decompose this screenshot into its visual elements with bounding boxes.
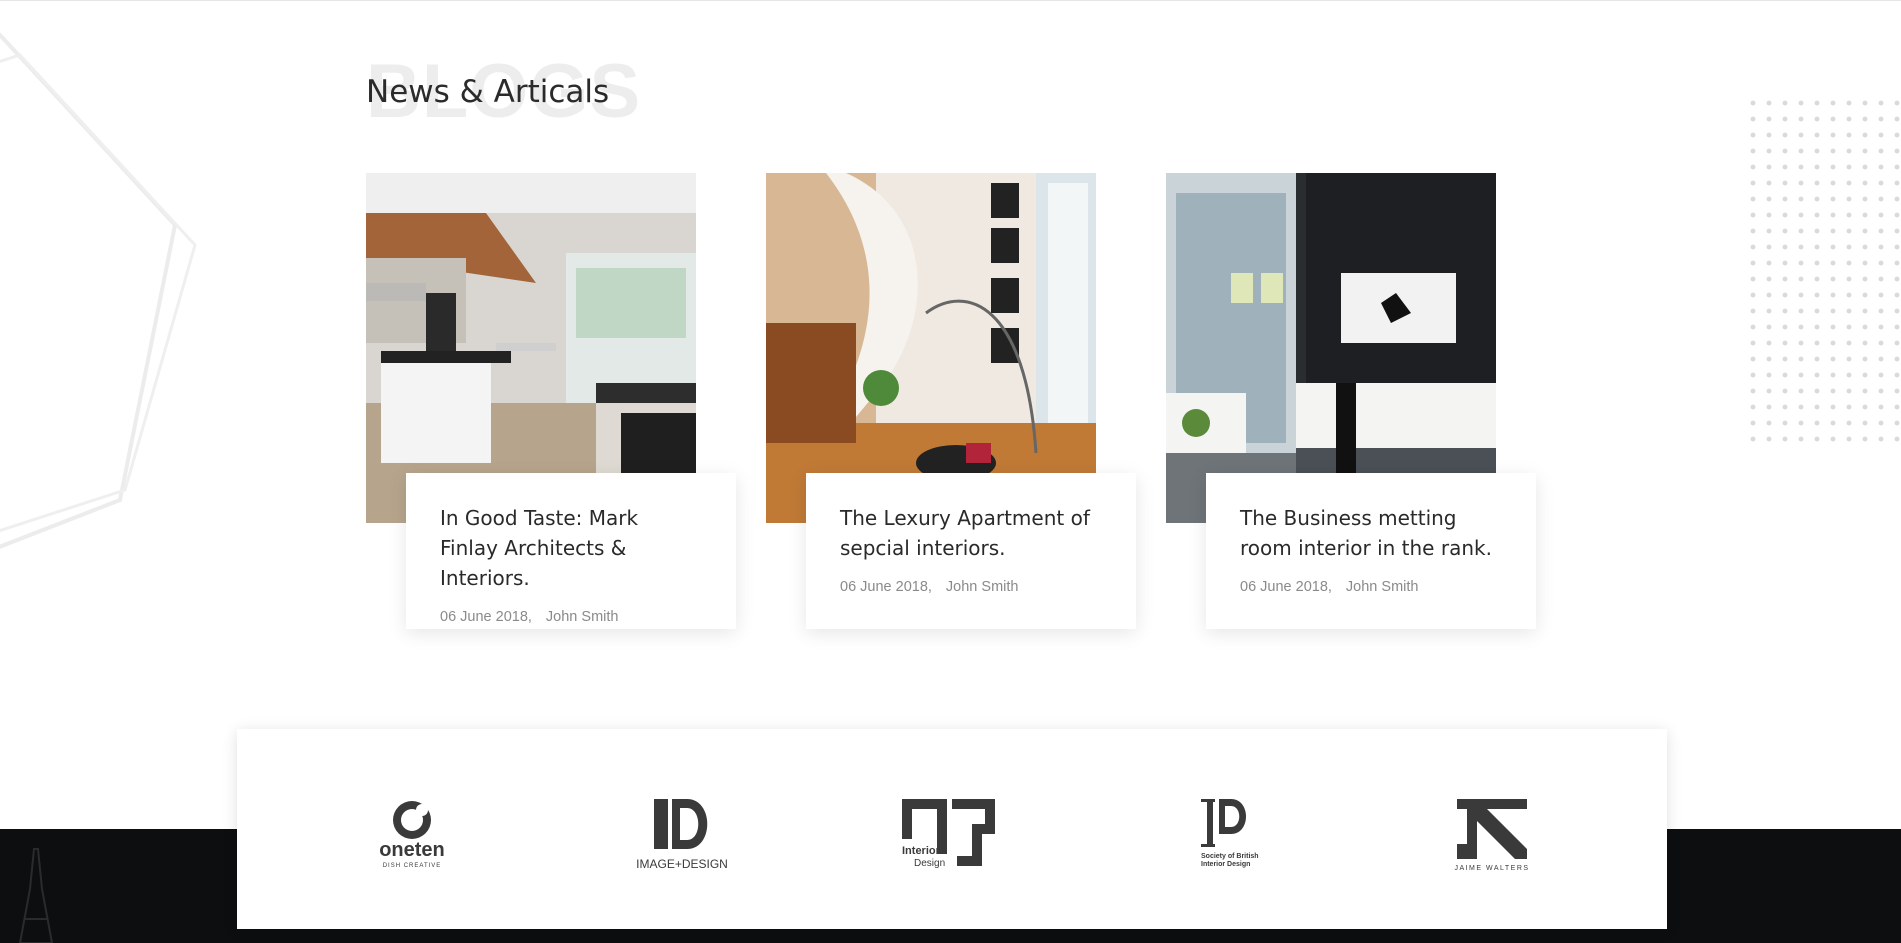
apartment-interior-image [766, 173, 1096, 523]
interior-design-logo-icon: Interior Design [902, 799, 995, 869]
section-title: News & Articals [366, 74, 610, 110]
blog-card-title-3[interactable]: The Business metting room interior in th… [1240, 503, 1502, 563]
blog-card-2: The Lexury Apartment of sepcial interior… [766, 173, 1136, 629]
blog-card-3: The Business metting room interior in th… [1166, 173, 1536, 629]
section-heading: BLOGS News & Articals [366, 52, 666, 132]
post-author[interactable]: John Smith [1346, 579, 1419, 595]
interior-wordmark: Interior [902, 845, 941, 857]
post-date: 06 June 2018, [1240, 579, 1332, 595]
blog-card-meta-1: 06 June 2018, John Smith [440, 609, 702, 625]
image-design-logo-icon: IMAGE+DESIGN [636, 799, 728, 871]
meeting-room-interior-image [1166, 173, 1496, 523]
blog-card-title-1[interactable]: In Good Taste: Mark Finlay Architects & … [440, 503, 702, 593]
jaime-walters-wordmark: JAIME WALTERS [1454, 865, 1529, 872]
partner-logo-image-design[interactable]: IMAGE+DESIGN [632, 789, 732, 879]
partner-logo-sbid[interactable]: Society of British Interior Design [1187, 789, 1267, 879]
partner-logo-interior-design[interactable]: Interior Design [897, 789, 997, 879]
decorative-hexagon-outline [0, 32, 197, 549]
oneten-logo-icon: oneten DISH CREATIVE [379, 801, 445, 869]
blog-card-meta-3: 06 June 2018, John Smith [1240, 579, 1502, 595]
post-author[interactable]: John Smith [546, 609, 619, 625]
blog-card-image-3[interactable] [1166, 173, 1496, 523]
blog-card-body-3: The Business metting room interior in th… [1206, 473, 1536, 629]
blog-card-meta-2: 06 June 2018, John Smith [840, 579, 1102, 595]
post-date: 06 June 2018, [440, 609, 532, 625]
jaime-walters-logo-icon: JAIME WALTERS [1454, 799, 1529, 872]
blog-card-image-1[interactable] [366, 173, 696, 523]
oneten-wordmark: oneten [379, 839, 445, 861]
image-design-wordmark: IMAGE+DESIGN [636, 857, 728, 871]
blog-card-image-2[interactable] [766, 173, 1096, 523]
partner-logo-oneten[interactable]: oneten DISH CREATIVE [367, 789, 457, 879]
oneten-tagline: DISH CREATIVE [383, 863, 442, 869]
sbid-wordmark-line-1: Society of British [1201, 853, 1259, 860]
sbid-wordmark-line-2: Interior Design [1201, 861, 1250, 868]
blog-card-body-1: In Good Taste: Mark Finlay Architects & … [406, 473, 736, 629]
partner-logos-strip: oneten DISH CREATIVE IMAGE+DESIGN Interi… [237, 729, 1667, 929]
post-author[interactable]: John Smith [946, 579, 1019, 595]
blog-card-title-2[interactable]: The Lexury Apartment of sepcial interior… [840, 503, 1102, 563]
design-wordmark: Design [914, 858, 945, 869]
blog-card-body-2: The Lexury Apartment of sepcial interior… [806, 473, 1136, 629]
blog-card-1: In Good Taste: Mark Finlay Architects & … [366, 173, 736, 629]
eiffel-tower-silhouette [18, 848, 54, 943]
top-divider [0, 0, 1901, 1]
partner-logo-jaime-walters[interactable]: JAIME WALTERS [1447, 789, 1537, 879]
post-date: 06 June 2018, [840, 579, 932, 595]
kitchen-interior-image [366, 173, 696, 523]
decorative-dot-pattern [1745, 95, 1901, 445]
sbid-logo-icon: Society of British Interior Design [1201, 799, 1259, 868]
